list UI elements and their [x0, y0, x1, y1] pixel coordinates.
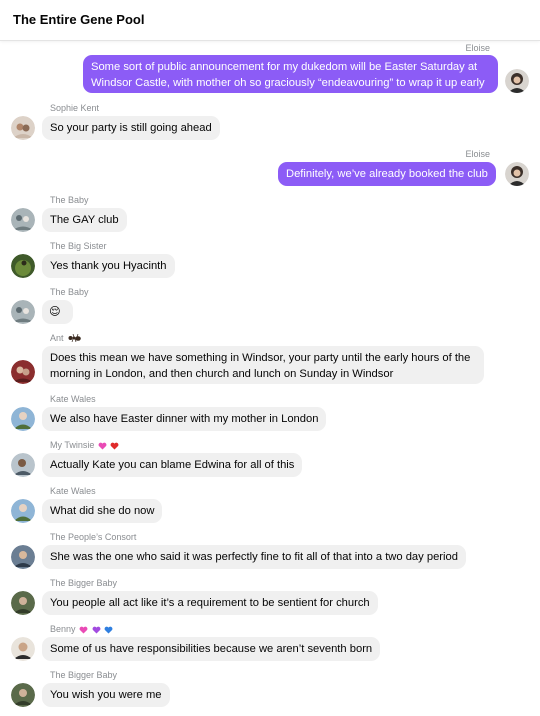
sender-name: Eloise: [465, 149, 490, 159]
message-bubble-outgoing[interactable]: Definitely, we’ve already booked the clu…: [278, 162, 496, 186]
sender-name: Kate Wales: [50, 486, 96, 496]
avatar[interactable]: [11, 499, 35, 523]
avatar[interactable]: [11, 208, 35, 232]
sender-name: Ant: [50, 333, 81, 344]
avatar[interactable]: [11, 591, 35, 615]
message-bubble[interactable]: You people all act like it’s a requireme…: [42, 591, 378, 615]
red-heart-icon: [110, 442, 119, 450]
avatar[interactable]: [11, 300, 35, 324]
message-bubble[interactable]: So your party is still going ahead: [42, 116, 220, 140]
avatar[interactable]: [11, 637, 35, 661]
sender-name: The Bigger Baby: [50, 670, 118, 680]
blue-heart-icon: [104, 626, 113, 634]
avatar[interactable]: [11, 683, 35, 707]
sender-name-text: Benny: [50, 624, 76, 634]
chat-title[interactable]: The Entire Gene Pool: [13, 12, 144, 27]
sender-name: The Baby: [50, 287, 89, 297]
sender-name: My Twinsie: [50, 440, 119, 450]
sender-name: Eloise: [465, 43, 490, 53]
ant-emoji-icon: [68, 333, 81, 344]
message-bubble-outgoing[interactable]: Some sort of public announcement for my …: [83, 55, 498, 93]
avatar[interactable]: [11, 545, 35, 569]
chat-header: The Entire Gene Pool: [0, 0, 540, 41]
sender-name-text: Ant: [50, 333, 64, 343]
avatar[interactable]: [11, 407, 35, 431]
avatar[interactable]: [11, 453, 35, 477]
pink-heart-icon: [79, 626, 88, 634]
message-bubble[interactable]: Actually Kate you can blame Edwina for a…: [42, 453, 303, 477]
sender-name: The Baby: [50, 195, 89, 205]
message-bubble[interactable]: We also have Easter dinner with my mothe…: [42, 407, 327, 431]
avatar[interactable]: [11, 254, 35, 278]
pink-heart-icon: [98, 442, 107, 450]
avatar[interactable]: [11, 116, 35, 140]
message-bubble[interactable]: The GAY club: [42, 208, 127, 232]
message-bubble[interactable]: What did she do now: [42, 499, 163, 523]
avatar[interactable]: [505, 162, 529, 186]
message-bubble[interactable]: Yes thank you Hyacinth: [42, 254, 175, 278]
purple-heart-icon: [92, 626, 100, 634]
message-bubble[interactable]: Some of us have responsibilities because…: [42, 637, 381, 661]
message-bubble[interactable]: 😌: [42, 300, 73, 324]
message-bubble[interactable]: You wish you were me: [42, 683, 170, 707]
sender-name: Kate Wales: [50, 394, 96, 404]
message-bubble[interactable]: Does this mean we have something in Wind…: [42, 346, 484, 384]
sender-name: The People’s Consort: [50, 532, 137, 542]
avatar[interactable]: [505, 69, 529, 93]
sender-name: The Big Sister: [50, 241, 107, 251]
sender-name: Sophie Kent: [50, 103, 100, 113]
message-bubble[interactable]: She was the one who said it was perfectl…: [42, 545, 466, 569]
avatar[interactable]: [11, 360, 35, 384]
sender-name: Benny: [50, 624, 113, 634]
sender-name: The Bigger Baby: [50, 578, 118, 588]
sender-name-text: My Twinsie: [50, 440, 95, 450]
